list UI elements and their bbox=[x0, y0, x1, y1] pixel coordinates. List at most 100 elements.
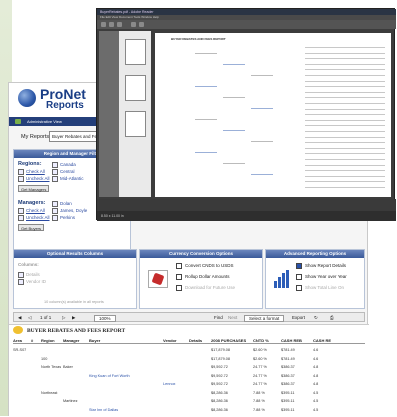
report-cell-cntd: $2.60 % bbox=[253, 348, 267, 352]
format-select[interactable]: Select a format bbox=[244, 315, 285, 322]
report-cell-cash2: 4.5 bbox=[313, 399, 319, 403]
zoom-in-icon[interactable] bbox=[131, 22, 136, 27]
col-vendor: Vendor bbox=[163, 338, 177, 343]
show-details-checkbox[interactable]: Show Report Details bbox=[296, 263, 346, 269]
col-cntd: CNTD % bbox=[253, 338, 269, 343]
col-buyer: Buyer bbox=[89, 338, 101, 343]
pdf-table-rule bbox=[305, 125, 385, 127]
rollup-checkbox[interactable]: Rollup Dollar Amounts bbox=[176, 274, 230, 280]
pdf-text-line bbox=[223, 64, 245, 65]
pdf-text-line bbox=[195, 86, 217, 87]
pdf-reader-window: BuyerRebates.pdf - Adobe Reader File Edi… bbox=[96, 8, 396, 221]
page-thumbnail[interactable] bbox=[125, 39, 146, 65]
show-total-checkbox[interactable]: Show Total Line On bbox=[296, 285, 344, 291]
uncheck-all-regions-link[interactable]: Uncheck All bbox=[18, 176, 50, 182]
pdf-table-rule bbox=[305, 170, 385, 172]
get-buyers-button[interactable]: Get Buyers bbox=[18, 224, 45, 231]
report-cell-buyer[interactable]: King Kuan of Fort Worth bbox=[89, 374, 130, 378]
report-cell-cash: $395.11 bbox=[281, 399, 295, 403]
find-link[interactable]: Find bbox=[214, 315, 223, 320]
uncheck-all-managers-link[interactable]: Uncheck All bbox=[18, 215, 50, 221]
region-checkbox[interactable]: Central bbox=[52, 169, 75, 175]
report-cell-purchases: $9,592.72 bbox=[211, 373, 228, 378]
convert-checkbox[interactable]: Convert CNDS to USDS bbox=[176, 263, 234, 269]
page-thumbnail[interactable] bbox=[125, 111, 146, 137]
pdf-table-rule bbox=[305, 159, 385, 160]
currency-title: Currency Conversion Options bbox=[140, 250, 262, 258]
save-icon[interactable] bbox=[101, 22, 106, 27]
report-cell-cash2: 4.8 bbox=[313, 382, 319, 386]
refresh-icon[interactable]: ↻ bbox=[314, 315, 318, 321]
last-page-icon[interactable]: ▶ bbox=[72, 315, 75, 321]
pdf-table-rule bbox=[305, 103, 385, 104]
pdf-table-rule bbox=[305, 181, 385, 183]
download-checkbox[interactable]: Download for Future Use bbox=[176, 285, 235, 291]
print-icon[interactable]: ⎙ bbox=[330, 315, 334, 320]
admin-icon bbox=[15, 119, 21, 124]
page-info[interactable]: 1 of 1 bbox=[40, 315, 51, 320]
pdf-nav-pane bbox=[99, 31, 119, 197]
report-cell-buyer[interactable]: Star Inn of Dallas bbox=[89, 408, 118, 412]
prev-page-icon[interactable]: ◁ bbox=[28, 315, 31, 321]
report-cell-cash: $395.11 bbox=[281, 407, 295, 412]
report-cell-region: 100 bbox=[41, 356, 48, 361]
region-checkbox[interactable]: Canada bbox=[52, 162, 76, 168]
report-cell-cash2: 4.8 bbox=[313, 373, 319, 378]
column-option[interactable]: Details bbox=[18, 272, 40, 278]
pdf-table-rule bbox=[305, 108, 385, 110]
pdf-table-rule bbox=[305, 136, 385, 138]
col-manager: Manager bbox=[63, 338, 80, 343]
logo: ProNet Reports bbox=[40, 87, 86, 111]
show-yoy-checkbox[interactable]: Show Year over Year bbox=[296, 274, 347, 280]
report-cell-cash: $395.11 bbox=[281, 390, 295, 395]
pdf-table-rule bbox=[305, 119, 385, 121]
zoom-select[interactable]: 100% bbox=[94, 315, 116, 322]
pdf-page-size: 8.50 x 11.00 in bbox=[97, 211, 396, 221]
pdf-table-rule bbox=[305, 131, 385, 132]
col-num: # bbox=[31, 338, 34, 343]
email-icon[interactable] bbox=[117, 22, 122, 27]
report-cell-cash: $386.37 bbox=[281, 382, 295, 386]
report-column-headers: Area # Region Manager Buyer Vendor Detai… bbox=[13, 337, 365, 344]
pdf-table-rule bbox=[305, 114, 385, 116]
export-link[interactable]: Export bbox=[292, 315, 305, 320]
report-cell-cntd: 7.88 % bbox=[253, 407, 265, 412]
manager-checkbox[interactable]: James, Doyle bbox=[52, 208, 87, 214]
report-cell-purchases: $9,592.72 bbox=[211, 365, 228, 369]
check-all-regions-link[interactable]: Check All bbox=[18, 169, 45, 175]
check-all-managers-link[interactable]: Check All bbox=[18, 208, 45, 214]
logo-sub: Reports bbox=[46, 100, 84, 111]
get-managers-button[interactable]: Get Managers bbox=[18, 185, 50, 192]
pdf-table-rule bbox=[305, 175, 385, 177]
report-cell-cntd: 24.77 % bbox=[253, 365, 267, 369]
report-cell-cash2: 4.5 bbox=[313, 407, 319, 412]
pdf-text-line bbox=[223, 97, 245, 98]
next-page-icon[interactable]: ▷ bbox=[62, 315, 65, 321]
pdf-table-rule bbox=[305, 63, 385, 65]
report-cell-cash: $386.37 bbox=[281, 365, 295, 369]
report-cell-purchases: $17,879.08 bbox=[211, 356, 231, 361]
print-icon[interactable] bbox=[109, 22, 114, 27]
pdf-table-rule bbox=[305, 80, 385, 82]
page-thumbnail[interactable] bbox=[125, 75, 146, 101]
column-option[interactable]: Vendor ID bbox=[18, 279, 46, 285]
optional-note: 10 column(s) available in all reports bbox=[44, 300, 104, 304]
region-checkbox[interactable]: Mid-Atlantic bbox=[52, 176, 84, 182]
pdf-table-rule bbox=[305, 164, 385, 166]
managers-label: Managers: bbox=[18, 200, 46, 206]
col-details: Details bbox=[189, 338, 203, 343]
pdf-table-rule bbox=[305, 187, 385, 188]
manager-checkbox[interactable]: Dolan bbox=[52, 201, 72, 207]
report-cell-cash: $386.37 bbox=[281, 373, 295, 378]
report-cell-vendor[interactable]: Lennox bbox=[163, 382, 175, 386]
next-link[interactable]: Next bbox=[228, 315, 237, 320]
first-page-icon[interactable]: ◀ bbox=[18, 315, 21, 321]
manager-checkbox[interactable]: Perkins bbox=[52, 215, 75, 221]
pdf-report-heading: BUYER REBATES AND FEES REPORT bbox=[171, 37, 226, 41]
zoom-out-icon[interactable] bbox=[139, 22, 144, 27]
col-cash-reb: CASH REB bbox=[281, 338, 302, 343]
report-cell-cash2: 4.6 bbox=[313, 348, 319, 352]
pdf-text-line bbox=[251, 108, 273, 109]
report-area: BUYER REBATES AND FEES REPORT Area # Reg… bbox=[9, 324, 369, 417]
optional-title: Optional Results Columns bbox=[14, 250, 136, 258]
